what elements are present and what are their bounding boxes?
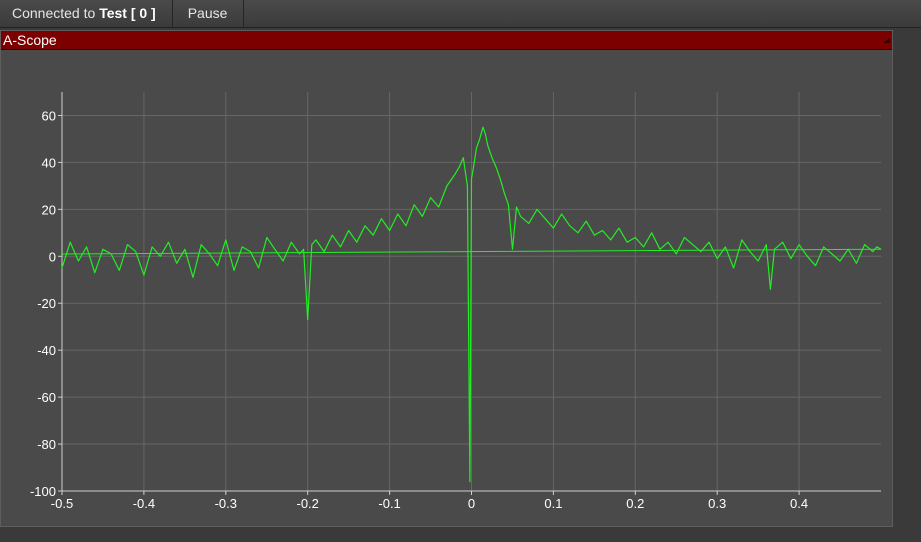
- a-scope-chart: -0.5 -0.4 -0.3 -0.2 -0.1 0 0.1 0.2 0.3 0.46040200…: [30, 92, 882, 511]
- x-tick-label: 0.2: [626, 496, 644, 511]
- x-tick-label: -0.3: [215, 496, 237, 511]
- y-tick-label: -60: [37, 390, 56, 405]
- y-tick-label: -20: [37, 296, 56, 311]
- toolbar: Connected to Test [ 0 ] Pause: [0, 0, 921, 28]
- y-tick-label: -80: [37, 437, 56, 452]
- connection-name: Test [ 0 ]: [99, 5, 156, 21]
- x-tick-label: 0.4: [790, 496, 808, 511]
- x-tick-label: 0: [468, 496, 475, 511]
- x-tick-label: 0.3: [708, 496, 726, 511]
- y-tick-label: -40: [37, 343, 56, 358]
- pause-button[interactable]: Pause: [173, 0, 245, 27]
- connection-status[interactable]: Connected to Test [ 0 ]: [0, 0, 173, 27]
- x-tick-label: -0.2: [296, 496, 318, 511]
- a-scope-panel: A-Scope -0.5 -0.4 -0.3 -0.2 -0.1 0 0.1 0.2 0.3 0.…: [0, 30, 893, 527]
- y-tick-label: 0: [49, 249, 56, 264]
- connection-prefix: Connected to: [12, 5, 96, 21]
- x-tick-label: -0.4: [133, 496, 155, 511]
- y-tick-label: 40: [42, 155, 56, 170]
- x-tick-label: -0.1: [378, 496, 400, 511]
- y-tick-label: 20: [42, 202, 56, 217]
- y-tick-label: -100: [30, 484, 56, 499]
- x-tick-label: 0.1: [544, 496, 562, 511]
- y-tick-label: 60: [42, 108, 56, 123]
